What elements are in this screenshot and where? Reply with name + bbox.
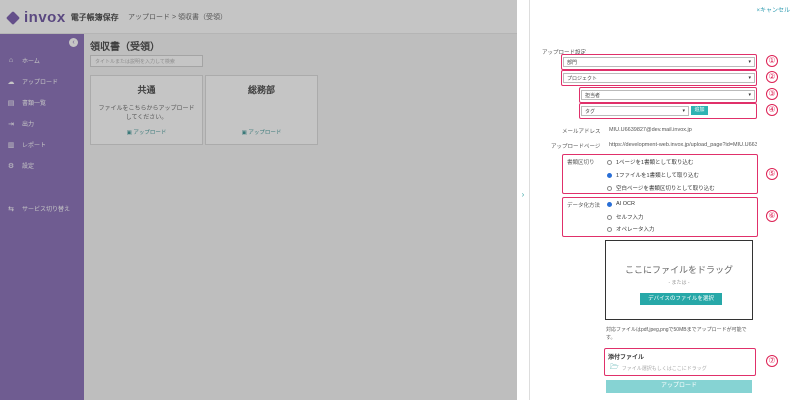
chevron-down-icon: ▾: [682, 108, 685, 114]
radio-icon: [607, 214, 612, 220]
data-option-self[interactable]: セルフ入力: [607, 213, 644, 221]
split-label: 書類区切り: [567, 160, 595, 166]
marker-5: ⑤: [766, 168, 778, 180]
data-method-label: データ化方法: [567, 203, 601, 209]
marker-2: ②: [766, 71, 778, 83]
chevron-down-icon: ▾: [748, 75, 751, 81]
radio-label: オペレータ入力: [616, 227, 655, 233]
add-tag-button[interactable]: 追加: [691, 106, 708, 115]
app-background: invox 電子帳簿保存 アップロード > 領収書（受領） ‹ ⌂ ホーム ☁ …: [0, 0, 517, 400]
project-select-value: プロジェクト: [567, 76, 598, 82]
drop-zone-title: ここにファイルをドラッグ: [624, 265, 733, 275]
upload-page-label: アップロードページ: [551, 144, 601, 150]
tag-select-value: タグ: [585, 109, 596, 115]
radio-icon: [607, 185, 612, 191]
drop-zone-or: - または -: [668, 280, 690, 286]
file-note: 対応ファイルはpdf,jpeg,pngで50MBまでアップロードが可能です。: [606, 327, 747, 341]
chevron-down-icon: ▾: [748, 59, 751, 65]
modal-overlay[interactable]: [0, 0, 517, 400]
file-drop-zone[interactable]: ここにファイルをドラッグ - または - デバイスのファイルを選択: [605, 240, 753, 320]
select-file-button[interactable]: デバイスのファイルを選択: [640, 293, 722, 305]
radio-label: AI OCR: [616, 201, 635, 207]
radio-label: 1ページを1書類として取り込む: [616, 160, 694, 166]
email-label: メールアドレス: [562, 129, 601, 135]
upload-page-value: https://development-web.invox.jp/upload_…: [609, 142, 757, 148]
department-select-value: 部門: [567, 60, 578, 66]
radio-label: 1ファイルを1書類として取り込む: [616, 173, 699, 179]
marker-6: ⑥: [766, 210, 778, 222]
radio-selected-icon: [607, 172, 612, 178]
radio-icon: [607, 159, 612, 165]
cancel-button[interactable]: ×キャンセル: [756, 5, 790, 14]
upload-button[interactable]: アップロード: [606, 380, 752, 393]
radio-icon: [607, 226, 612, 232]
radio-selected-icon: [607, 201, 612, 207]
chevron-down-icon: ▾: [748, 92, 751, 98]
tag-select[interactable]: タグ ▾: [581, 106, 689, 116]
marker-4: ④: [766, 104, 778, 116]
attachment-placeholder: ファイル選択もしくはここにドラッグ: [621, 365, 707, 372]
attachment-title: 添付ファイル: [608, 355, 645, 361]
attachment-input[interactable]: 🗁 ファイル選択もしくはここにドラッグ: [610, 363, 750, 373]
data-option-ai-ocr[interactable]: AI OCR: [607, 201, 635, 207]
split-option-3[interactable]: 空白ページを書類区切りとして取り込む: [607, 184, 715, 192]
assignee-select-value: 担当者: [585, 93, 601, 99]
radio-label: 空白ページを書類区切りとして取り込む: [616, 186, 715, 192]
chevron-right-icon[interactable]: ›: [517, 190, 529, 199]
split-option-1[interactable]: 1ページを1書類として取り込む: [607, 158, 693, 166]
split-option-2[interactable]: 1ファイルを1書類として取り込む: [607, 171, 699, 179]
data-option-operator[interactable]: オペレータ入力: [607, 225, 655, 233]
marker-7: ⑦: [766, 355, 778, 367]
marker-1: ①: [766, 55, 778, 67]
assignee-select[interactable]: 担当者 ▾: [581, 90, 755, 100]
email-value: MIU.U6639827@dev.mail.invox.jp: [609, 127, 692, 133]
department-select[interactable]: 部門 ▾: [563, 57, 755, 67]
marker-3: ③: [766, 88, 778, 100]
folder-icon: 🗁: [610, 363, 619, 371]
project-select[interactable]: プロジェクト ▾: [563, 73, 755, 83]
radio-label: セルフ入力: [616, 215, 644, 221]
